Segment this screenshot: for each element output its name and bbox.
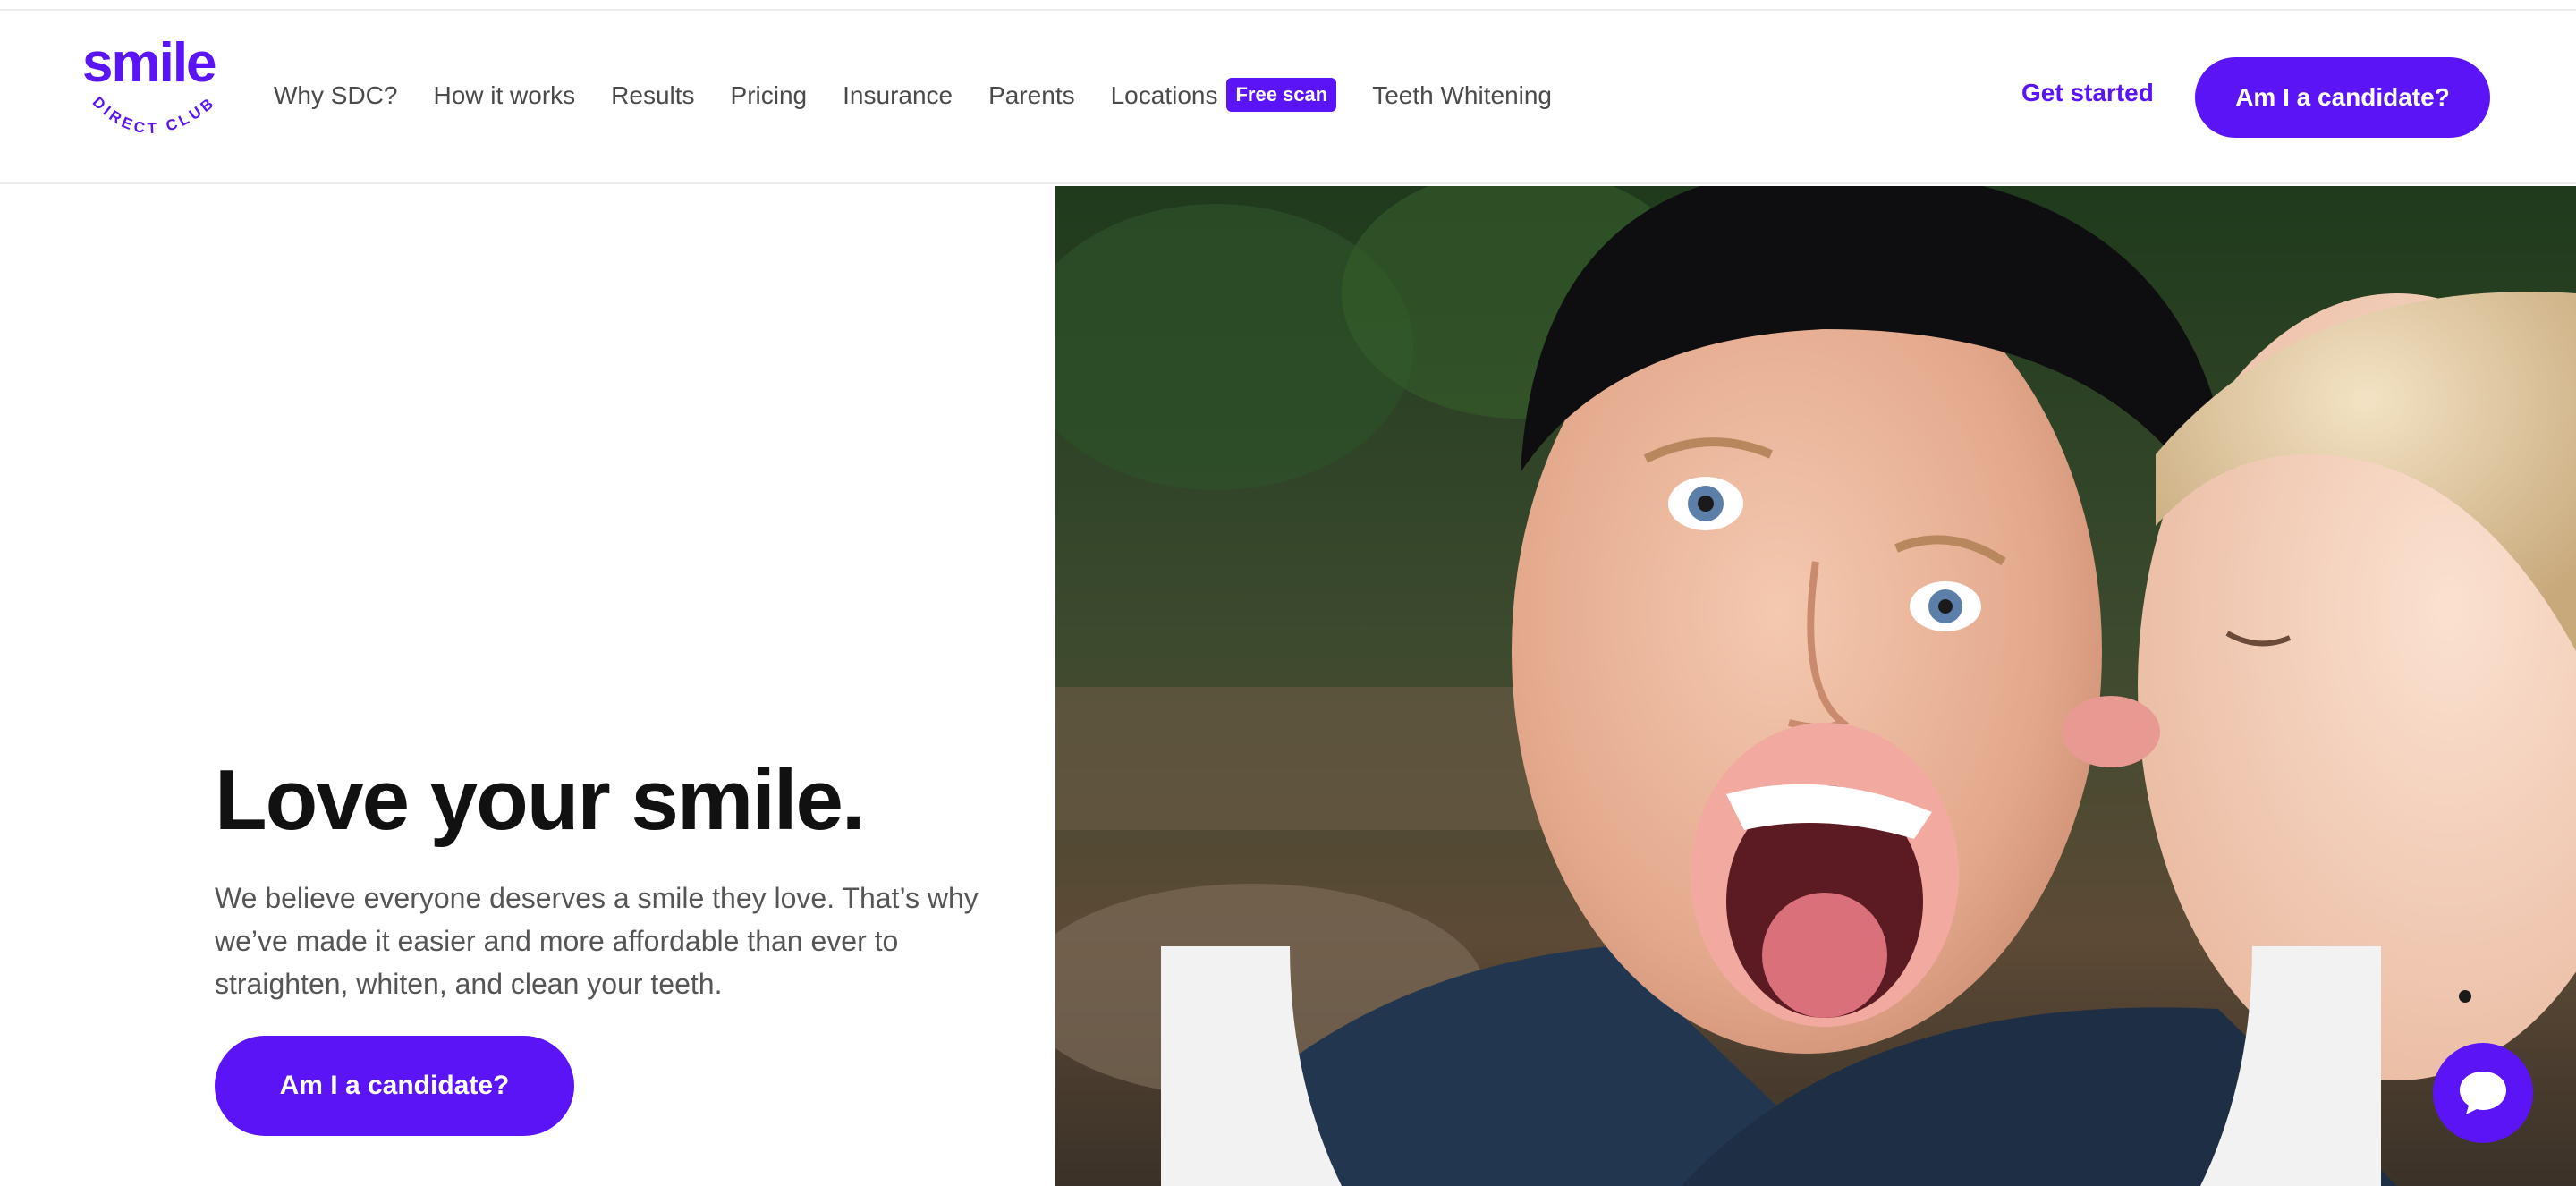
nav-item-teeth-whitening[interactable]: Teeth Whitening [1372, 81, 1552, 110]
nav-item-parents[interactable]: Parents [988, 81, 1075, 110]
candidate-button-hero[interactable]: Am I a candidate? [215, 1036, 574, 1136]
smile-direct-club-logo[interactable]: smile DIRECT CLUB [82, 36, 225, 161]
nav-item-how-it-works[interactable]: How it works [433, 81, 575, 110]
nav-item-why-sdc[interactable]: Why SDC? [274, 81, 397, 110]
top-border [0, 0, 2576, 11]
hero-subtitle: We believe everyone deserves a smile the… [215, 882, 979, 1000]
svg-text:DIRECT CLUB: DIRECT CLUB [89, 93, 219, 137]
chat-bubble-icon [2460, 1072, 2506, 1114]
chat-button[interactable] [2433, 1043, 2533, 1143]
logo-wordmark: smile [82, 32, 217, 94]
candidate-button-header[interactable]: Am I a candidate? [2195, 57, 2490, 138]
hero-photo [1055, 186, 2576, 1186]
nav-item-insurance[interactable]: Insurance [843, 81, 953, 110]
site-header: smile DIRECT CLUB Why SDC? How it works … [0, 13, 2576, 184]
get-started-link[interactable]: Get started [2021, 79, 2154, 107]
free-scan-badge[interactable]: Free scan [1226, 78, 1337, 112]
logo-arc-text: DIRECT CLUB [89, 93, 219, 137]
nav-item-results[interactable]: Results [611, 81, 694, 110]
couple-photo-illustration [1055, 186, 2576, 1186]
nav-item-pricing[interactable]: Pricing [731, 81, 808, 110]
hero-title: Love your smile. [215, 752, 866, 848]
main-menu: Why SDC? How it works Results Pricing In… [274, 78, 1588, 113]
nav-item-locations[interactable]: Locations [1111, 81, 1218, 110]
